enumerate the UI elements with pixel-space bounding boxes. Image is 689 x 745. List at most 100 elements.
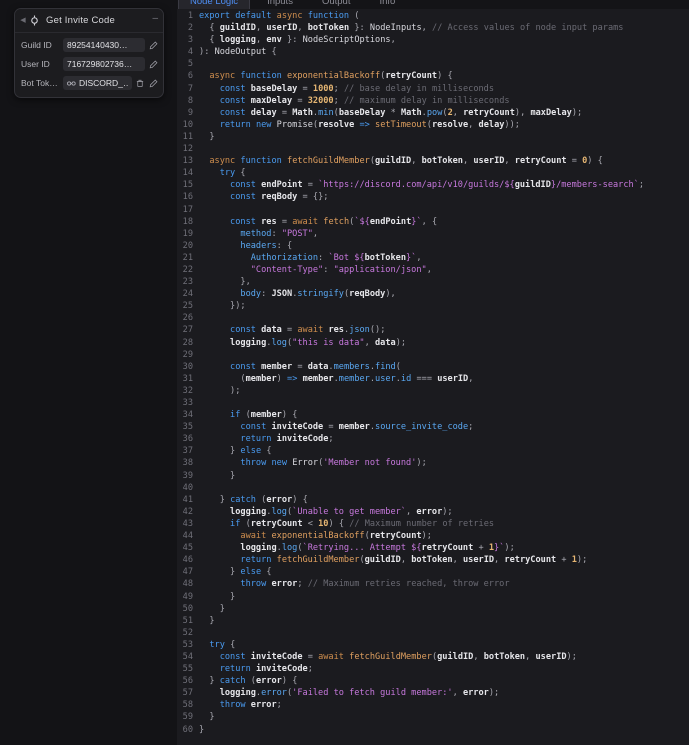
tab-output[interactable]: Output	[310, 0, 363, 9]
code-line[interactable]: 29	[177, 349, 689, 361]
code-line[interactable]: 53 try {	[177, 639, 689, 651]
node-header[interactable]: ◀ Get Invite Code –	[15, 9, 163, 33]
line-content[interactable]: const endPoint = `https://discord.com/ap…	[199, 179, 689, 191]
line-content[interactable]	[199, 627, 689, 639]
line-content[interactable]: } else {	[199, 445, 689, 457]
line-content[interactable]: Authorization: `Bot ${botToken}`,	[199, 252, 689, 264]
code-line[interactable]: 21 Authorization: `Bot ${botToken}`,	[177, 252, 689, 264]
code-line[interactable]: 43 if (retryCount < 10) { // Maximum num…	[177, 518, 689, 530]
code-line[interactable]: 24 body: JSON.stringify(reqBody),	[177, 288, 689, 300]
line-content[interactable]: } catch (error) {	[199, 494, 689, 506]
chevron-left-icon[interactable]: ◀	[19, 17, 27, 24]
line-content[interactable]: throw error;	[199, 699, 689, 711]
line-content[interactable]: await exponentialBackoff(retryCount);	[199, 530, 689, 542]
line-content[interactable]: });	[199, 300, 689, 312]
code-line[interactable]: 10 return new Promise(resolve => setTime…	[177, 119, 689, 131]
line-content[interactable]: } else {	[199, 566, 689, 578]
code-line[interactable]: 51 }	[177, 615, 689, 627]
line-content[interactable]: "Content-Type": "application/json",	[199, 264, 689, 276]
code-line[interactable]: 26	[177, 312, 689, 324]
node-param-row[interactable]: User ID 716729802736…	[21, 56, 158, 72]
param-value-guild-id[interactable]: 89254140430…	[63, 38, 145, 52]
line-content[interactable]: throw new Error('Member not found');	[199, 457, 689, 469]
line-content[interactable]	[199, 349, 689, 361]
line-content[interactable]: { guildID, userID, botToken }: NodeInput…	[199, 22, 689, 34]
line-content[interactable]: try {	[199, 639, 689, 651]
code-line[interactable]: 49 }	[177, 591, 689, 603]
code-line[interactable]: 36 return inviteCode;	[177, 433, 689, 445]
line-content[interactable]: const delay = Math.min(baseDelay * Math.…	[199, 107, 689, 119]
code-line[interactable]: 38 throw new Error('Member not found');	[177, 457, 689, 469]
line-content[interactable]	[199, 58, 689, 70]
line-content[interactable]: logging.log(`Retrying... Attempt ${retry…	[199, 542, 689, 554]
line-content[interactable]: async function exponentialBackoff(retryC…	[199, 70, 689, 82]
code-line[interactable]: 4): NodeOutput {	[177, 46, 689, 58]
code-line[interactable]: 16 const reqBody = {};	[177, 191, 689, 203]
code-line[interactable]: 23 },	[177, 276, 689, 288]
code-line[interactable]: 59 }	[177, 711, 689, 723]
code-line[interactable]: 19 method: "POST",	[177, 228, 689, 240]
code-line[interactable]: 48 throw error; // Maximum retries reach…	[177, 578, 689, 590]
line-content[interactable]: return inviteCode;	[199, 663, 689, 675]
line-content[interactable]: if (member) {	[199, 409, 689, 421]
line-content[interactable]: headers: {	[199, 240, 689, 252]
line-content[interactable]	[199, 482, 689, 494]
line-content[interactable]: }	[199, 131, 689, 143]
line-content[interactable]: const res = await fetch(`${endPoint}`, {	[199, 216, 689, 228]
line-content[interactable]: async function fetchGuildMember(guildID,…	[199, 155, 689, 167]
code-line[interactable]: 30 const member = data.members.find(	[177, 361, 689, 373]
line-content[interactable]: method: "POST",	[199, 228, 689, 240]
code-line[interactable]: 33	[177, 397, 689, 409]
line-content[interactable]: const baseDelay = 1000; // base delay in…	[199, 83, 689, 95]
minimize-icon[interactable]: –	[148, 13, 158, 26]
code-line[interactable]: 34 if (member) {	[177, 409, 689, 421]
line-content[interactable]: }	[199, 470, 689, 482]
flow-canvas[interactable]: ◀ Get Invite Code – Guild ID 89254140430…	[0, 0, 177, 745]
line-content[interactable]	[199, 204, 689, 216]
trash-icon[interactable]	[135, 78, 145, 88]
code-line[interactable]: 20 headers: {	[177, 240, 689, 252]
line-content[interactable]: export default async function (	[199, 10, 689, 22]
line-content[interactable]: { logging, env }: NodeScriptOptions,	[199, 34, 689, 46]
node-param-row[interactable]: Bot Tok… DISCORD_…	[21, 75, 158, 91]
code-line[interactable]: 42 logging.log(`Unable to get member`, e…	[177, 506, 689, 518]
code-line[interactable]: 11 }	[177, 131, 689, 143]
code-line[interactable]: 52	[177, 627, 689, 639]
code-line[interactable]: 12	[177, 143, 689, 155]
code-line[interactable]: 50 }	[177, 603, 689, 615]
code-line[interactable]: 8 const maxDelay = 32000; // maximum del…	[177, 95, 689, 107]
line-content[interactable]: const data = await res.json();	[199, 324, 689, 336]
code-line[interactable]: 45 logging.log(`Retrying... Attempt ${re…	[177, 542, 689, 554]
code-line[interactable]: 37 } else {	[177, 445, 689, 457]
code-line[interactable]: 60}	[177, 724, 689, 736]
line-content[interactable]: logging.log("this is data", data);	[199, 337, 689, 349]
line-content[interactable]: throw error; // Maximum retries reached,…	[199, 578, 689, 590]
line-content[interactable]: return new Promise(resolve => setTimeout…	[199, 119, 689, 131]
line-content[interactable]: const maxDelay = 32000; // maximum delay…	[199, 95, 689, 107]
code-line[interactable]: 44 await exponentialBackoff(retryCount);	[177, 530, 689, 542]
line-content[interactable]: (member) => member.member.user.id === us…	[199, 373, 689, 385]
code-line[interactable]: 35 const inviteCode = member.source_invi…	[177, 421, 689, 433]
line-content[interactable]: const inviteCode = await fetchGuildMembe…	[199, 651, 689, 663]
line-content[interactable]: }	[199, 615, 689, 627]
line-content[interactable]: }	[199, 591, 689, 603]
line-content[interactable]: try {	[199, 167, 689, 179]
code-line[interactable]: 3 { logging, env }: NodeScriptOptions,	[177, 34, 689, 46]
line-content[interactable]: return fetchGuildMember(guildID, botToke…	[199, 554, 689, 566]
pencil-icon[interactable]	[148, 78, 158, 88]
code-line[interactable]: 56 } catch (error) {	[177, 675, 689, 687]
code-line[interactable]: 5	[177, 58, 689, 70]
param-value-bot-token[interactable]: DISCORD_…	[63, 76, 132, 90]
pencil-icon[interactable]	[148, 59, 158, 69]
line-content[interactable]: return inviteCode;	[199, 433, 689, 445]
line-content[interactable]: const inviteCode = member.source_invite_…	[199, 421, 689, 433]
workflow-node-card[interactable]: ◀ Get Invite Code – Guild ID 89254140430…	[14, 8, 164, 98]
line-content[interactable]: ): NodeOutput {	[199, 46, 689, 58]
code-line[interactable]: 18 const res = await fetch(`${endPoint}`…	[177, 216, 689, 228]
code-line[interactable]: 6 async function exponentialBackoff(retr…	[177, 70, 689, 82]
code-line[interactable]: 47 } else {	[177, 566, 689, 578]
code-line[interactable]: 14 try {	[177, 167, 689, 179]
line-content[interactable]	[199, 397, 689, 409]
code-line[interactable]: 39 }	[177, 470, 689, 482]
line-content[interactable]: );	[199, 385, 689, 397]
